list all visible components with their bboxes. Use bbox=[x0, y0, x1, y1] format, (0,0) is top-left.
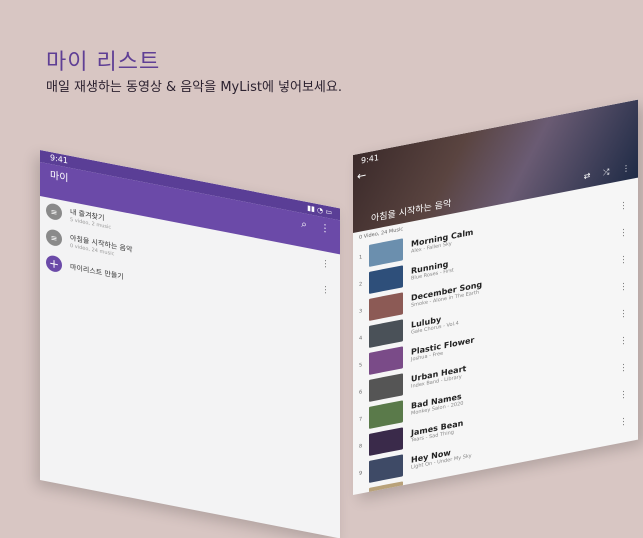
album-thumbnail bbox=[369, 480, 403, 495]
more-vert-icon[interactable]: ⋮ bbox=[619, 443, 628, 455]
more-vert-icon[interactable]: ⋮ bbox=[619, 254, 628, 266]
track-number: 4 bbox=[359, 334, 363, 342]
promo-subtitle: 매일 재생하는 동영상 & 음악을 MyList에 넣어보세요. bbox=[46, 80, 342, 95]
more-vert-icon[interactable]: ⋮ bbox=[619, 389, 628, 401]
more-vert-icon[interactable]: ⋮ bbox=[619, 335, 628, 347]
playlist-icon: ≡ bbox=[46, 202, 62, 222]
more-vert-icon[interactable]: ⋮ bbox=[321, 285, 330, 297]
track-number: 9 bbox=[359, 469, 363, 477]
shuffle-icon[interactable]: ⤮ bbox=[603, 167, 609, 177]
track-number: 5 bbox=[359, 361, 363, 369]
track-number: 1 bbox=[359, 253, 363, 261]
track-number: 6 bbox=[359, 388, 363, 396]
track-number: 7 bbox=[359, 415, 363, 423]
search-icon[interactable]: ⌕ bbox=[301, 219, 307, 231]
more-vert-icon[interactable]: ⋮ bbox=[619, 362, 628, 374]
track-number: 3 bbox=[359, 307, 363, 315]
right-tablet-screen: 9:41 ← 아침을 시작하는 음악 ⇄ ⤮ ⋮ 0 Video, 24 Mus… bbox=[353, 99, 638, 495]
more-vert-icon[interactable]: ⋮ bbox=[619, 308, 628, 320]
track-number: 8 bbox=[359, 442, 363, 450]
more-vert-icon[interactable]: ⋮ bbox=[320, 222, 330, 235]
track-number: 2 bbox=[359, 280, 363, 288]
promo-title: 마이 리스트 bbox=[46, 50, 161, 75]
app-title: 마이 bbox=[50, 169, 69, 185]
more-vert-icon[interactable]: ⋮ bbox=[321, 259, 330, 271]
more-vert-icon[interactable]: ⋮ bbox=[619, 200, 628, 212]
back-arrow-icon[interactable]: ← bbox=[357, 168, 366, 183]
left-tablet-screen: 9:41 ▮▮ ◔ ▭ 마이 ⌕ ⋮ ≡ 내 즐겨찾기 5 video, 2 m… bbox=[40, 150, 340, 538]
plus-icon: + bbox=[46, 254, 62, 274]
more-vert-icon[interactable]: ⋮ bbox=[622, 163, 630, 174]
repeat-icon[interactable]: ⇄ bbox=[584, 171, 591, 181]
more-vert-icon[interactable]: ⋮ bbox=[619, 227, 628, 239]
more-vert-icon[interactable]: ⋮ bbox=[619, 281, 628, 293]
status-time: 9:41 bbox=[361, 152, 379, 166]
more-vert-icon[interactable]: ⋮ bbox=[619, 416, 628, 428]
playlist-icon: ≡ bbox=[46, 228, 62, 248]
create-playlist-label: 마이리스트 만들기 bbox=[70, 262, 124, 282]
